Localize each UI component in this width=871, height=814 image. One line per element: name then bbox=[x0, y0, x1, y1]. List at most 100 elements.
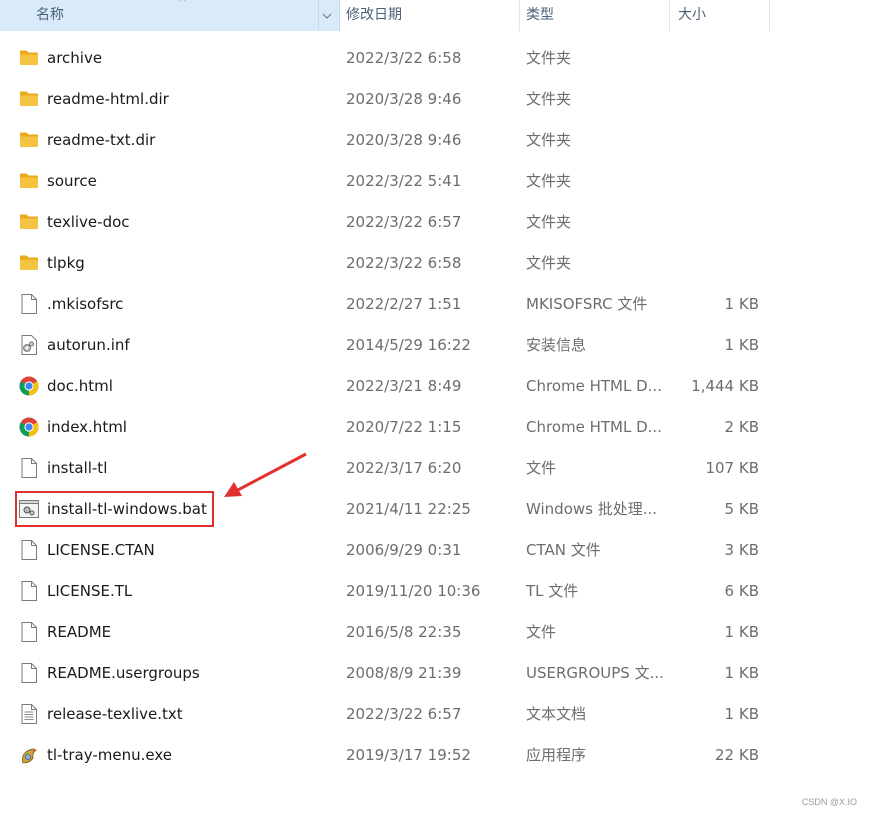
file-name-cell[interactable]: archive bbox=[0, 47, 340, 69]
file-modified-date: 2021/4/11 22:25 bbox=[346, 499, 471, 518]
file-type: Chrome HTML D... bbox=[526, 376, 662, 395]
column-header: 名称 ^ 修改日期 类型 大小 bbox=[0, 0, 770, 31]
file-name: tl-tray-menu.exe bbox=[47, 745, 172, 764]
column-name-label: 名称 bbox=[36, 7, 64, 23]
file-size: 5 KB bbox=[724, 499, 759, 518]
file-row[interactable]: autorun.inf 2014/5/29 16:22 安装信息 1 KB bbox=[0, 324, 780, 365]
file-size: 1 KB bbox=[724, 294, 759, 313]
file-row[interactable]: readme-html.dir 2020/3/28 9:46 文件夹 bbox=[0, 78, 780, 119]
blank-file-icon bbox=[18, 662, 40, 684]
folder-icon bbox=[18, 170, 40, 192]
file-row[interactable]: LICENSE.TL 2019/11/20 10:36 TL 文件 6 KB bbox=[0, 570, 780, 611]
file-name: index.html bbox=[47, 417, 127, 436]
file-type: CTAN 文件 bbox=[526, 541, 601, 559]
column-header-size[interactable]: 大小 bbox=[670, 0, 770, 31]
file-row[interactable]: release-texlive.txt 2022/3/22 6:57 文本文档 1 K… bbox=[0, 693, 780, 734]
file-row[interactable]: README.usergroups 2008/8/9 21:39 USERGROUP… bbox=[0, 652, 780, 693]
file-row[interactable]: archive 2022/3/22 6:58 文件夹 bbox=[0, 37, 780, 78]
blank-file-icon bbox=[18, 539, 40, 561]
file-row[interactable]: install-tl 2022/3/17 6:20 文件 107 KB bbox=[0, 447, 780, 488]
highlight-box bbox=[15, 491, 214, 527]
file-name-cell[interactable]: tlpkg bbox=[0, 252, 340, 274]
file-type: Chrome HTML D... bbox=[526, 417, 662, 436]
file-name: release-texlive.txt bbox=[47, 704, 183, 723]
sort-ascending-icon: ^ bbox=[178, 0, 187, 8]
file-name-cell[interactable]: doc.html bbox=[0, 375, 340, 397]
folder-icon bbox=[18, 252, 40, 274]
file-name: LICENSE.CTAN bbox=[47, 540, 155, 559]
file-type: 文件 bbox=[526, 459, 557, 477]
file-row[interactable]: source 2022/3/22 5:41 文件夹 bbox=[0, 160, 780, 201]
file-row[interactable]: index.html 2020/7/22 1:15 Chrome HTML D...… bbox=[0, 406, 780, 447]
folder-icon bbox=[18, 129, 40, 151]
file-name-cell[interactable]: autorun.inf bbox=[0, 334, 340, 356]
file-name: LICENSE.TL bbox=[47, 581, 133, 600]
file-name: source bbox=[47, 171, 97, 190]
column-header-date[interactable]: 修改日期 bbox=[340, 0, 520, 31]
file-modified-date: 2020/7/22 1:15 bbox=[346, 417, 462, 436]
file-row[interactable]: tl-tray-menu.exe 2019/3/17 19:52 应用程序 22 KB bbox=[0, 734, 780, 775]
column-type-label: 类型 bbox=[526, 7, 554, 23]
file-row[interactable]: texlive-doc 2022/3/22 6:57 文件夹 bbox=[0, 201, 780, 242]
column-header-name[interactable]: 名称 ^ bbox=[0, 0, 340, 31]
watermark: CSDN @X.IO bbox=[801, 797, 857, 807]
file-name-cell[interactable]: LICENSE.CTAN bbox=[0, 539, 340, 561]
file-row[interactable]: README 2016/5/8 22:35 文件 1 KB bbox=[0, 611, 780, 652]
file-size: 1 KB bbox=[724, 663, 759, 682]
file-size: 1,444 KB bbox=[691, 376, 759, 395]
file-modified-date: 2008/8/9 21:39 bbox=[346, 663, 462, 682]
text-file-icon bbox=[18, 703, 40, 725]
file-modified-date: 2020/3/28 9:46 bbox=[346, 130, 462, 149]
file-name-cell[interactable]: tl-tray-menu.exe bbox=[0, 744, 340, 766]
file-name-cell[interactable]: README.usergroups bbox=[0, 662, 340, 684]
settings-file-icon bbox=[18, 334, 40, 356]
folder-icon bbox=[18, 88, 40, 110]
file-size: 22 KB bbox=[715, 745, 759, 764]
exe-icon bbox=[18, 744, 40, 766]
file-type: 应用程序 bbox=[526, 746, 587, 764]
file-name-cell[interactable]: texlive-doc bbox=[0, 211, 340, 233]
blank-file-icon bbox=[18, 293, 40, 315]
file-name: autorun.inf bbox=[47, 335, 130, 354]
file-row[interactable]: .mkisofsrc 2022/2/27 1:51 MKISOFSRC 文件 1 KB bbox=[0, 283, 780, 324]
file-name-cell[interactable]: LICENSE.TL bbox=[0, 580, 340, 602]
file-type: 文件夹 bbox=[526, 254, 572, 272]
file-size: 2 KB bbox=[724, 417, 759, 436]
file-modified-date: 2020/3/28 9:46 bbox=[346, 89, 462, 108]
chevron-down-icon bbox=[322, 13, 332, 19]
file-row[interactable]: LICENSE.CTAN 2006/9/29 0:31 CTAN 文件 3 KB bbox=[0, 529, 780, 570]
file-name: install-tl bbox=[47, 458, 108, 477]
file-name-cell[interactable]: readme-html.dir bbox=[0, 88, 340, 110]
file-name-cell[interactable]: README bbox=[0, 621, 340, 643]
file-size: 3 KB bbox=[724, 540, 759, 559]
column-filter-dropdown[interactable] bbox=[318, 0, 335, 31]
file-size: 107 KB bbox=[705, 458, 759, 477]
file-modified-date: 2006/9/29 0:31 bbox=[346, 540, 462, 559]
chrome-icon bbox=[18, 375, 40, 397]
file-modified-date: 2022/3/22 6:58 bbox=[346, 48, 462, 67]
file-type: 文件夹 bbox=[526, 49, 572, 67]
file-type: 安装信息 bbox=[526, 336, 587, 354]
file-type: 文件 bbox=[526, 623, 557, 641]
file-name-cell[interactable]: .mkisofsrc bbox=[0, 293, 340, 315]
file-name-cell[interactable]: index.html bbox=[0, 416, 340, 438]
file-name-cell[interactable]: release-texlive.txt bbox=[0, 703, 340, 725]
file-modified-date: 2022/2/27 1:51 bbox=[346, 294, 462, 313]
blank-file-icon bbox=[18, 580, 40, 602]
chrome-icon bbox=[18, 416, 40, 438]
file-row[interactable]: tlpkg 2022/3/22 6:58 文件夹 bbox=[0, 242, 780, 283]
file-name-cell[interactable]: readme-txt.dir bbox=[0, 129, 340, 151]
file-name: texlive-doc bbox=[47, 212, 130, 231]
file-type: USERGROUPS 文... bbox=[526, 664, 664, 682]
file-modified-date: 2022/3/22 5:41 bbox=[346, 171, 462, 190]
column-header-type[interactable]: 类型 bbox=[520, 0, 670, 31]
file-row[interactable]: readme-txt.dir 2020/3/28 9:46 文件夹 bbox=[0, 119, 780, 160]
file-type: 文本文档 bbox=[526, 705, 587, 723]
file-type: 文件夹 bbox=[526, 213, 572, 231]
file-row[interactable]: doc.html 2022/3/21 8:49 Chrome HTML D... 1,… bbox=[0, 365, 780, 406]
file-modified-date: 2019/3/17 19:52 bbox=[346, 745, 471, 764]
file-modified-date: 2022/3/22 6:58 bbox=[346, 253, 462, 272]
file-name-cell[interactable]: source bbox=[0, 170, 340, 192]
column-date-label: 修改日期 bbox=[346, 7, 402, 23]
folder-icon bbox=[18, 47, 40, 69]
